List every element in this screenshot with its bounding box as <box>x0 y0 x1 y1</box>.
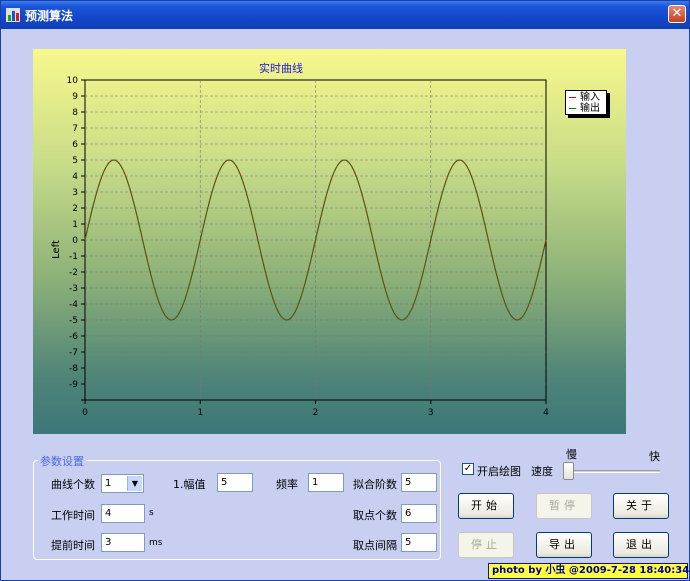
line-chart: 109876543210-1-2-3-4-5-6-7-8-90 1 2 3 4 <box>67 76 550 418</box>
enable-plot-checkbox[interactable]: ✓ <box>462 463 474 475</box>
fit-order-label: 拟合阶数 <box>353 478 397 491</box>
y-tick-label: 6 <box>72 140 78 150</box>
advance-time-label: 提前时间 <box>51 539 95 552</box>
y-tick-label: -3 <box>69 284 78 294</box>
y-tick-label: -4 <box>69 300 78 310</box>
work-time-label: 工作时间 <box>51 509 95 522</box>
sample-count-input[interactable]: 6 <box>401 504 437 523</box>
enable-plot-label: 开启绘图 <box>477 465 521 478</box>
start-button[interactable]: 开始 <box>458 493 514 519</box>
x-tick-label: 2 <box>313 408 319 418</box>
work-time-input[interactable]: 4 <box>101 504 145 523</box>
y-tick-label: 10 <box>67 76 79 86</box>
y-tick-label: 0 <box>72 236 78 246</box>
export-button[interactable]: 导出 <box>536 532 592 558</box>
y-tick-label: 1 <box>72 220 78 230</box>
amplitude-label: 1.幅值 <box>173 478 206 491</box>
chevron-down-icon[interactable]: ▼ <box>127 476 142 491</box>
checkmark-icon: ✓ <box>463 463 473 474</box>
sample-count-label: 取点个数 <box>353 509 397 522</box>
legend-label-input: 输入 <box>580 92 600 103</box>
y-tick-label: -5 <box>69 316 78 326</box>
frequency-input[interactable]: 1 <box>308 473 344 492</box>
pause-button[interactable]: 暂停 <box>536 493 592 519</box>
y-tick-label: -6 <box>69 332 78 342</box>
y-tick-label: 8 <box>72 108 78 118</box>
y-tick-label: -2 <box>69 268 78 278</box>
y-tick-label: 4 <box>72 172 78 182</box>
photo-watermark: photo by 小虫 @2009-7-28 18:40:34 <box>488 563 689 579</box>
x-tick-label: 0 <box>82 408 88 418</box>
y-tick-label: -8 <box>69 364 78 374</box>
exit-button[interactable]: 退出 <box>613 532 669 558</box>
speed-slider-thumb[interactable] <box>563 462 574 480</box>
title-bar[interactable]: 预测算法 ✕ <box>1 1 689 29</box>
x-tick-label: 1 <box>197 408 203 418</box>
main-window: 预测算法 ✕ 实时曲线 Left 10 9 8 7 6 5 4 3 2 1 0 -1 -2 -3 -4 -5-… <box>0 0 690 581</box>
frequency-label: 频率 <box>276 478 298 491</box>
sample-interval-label: 取点间隔 <box>353 539 397 552</box>
y-tick-label: -7 <box>69 348 78 358</box>
amplitude-input[interactable]: 5 <box>217 473 253 492</box>
x-tick-label: 4 <box>543 408 549 418</box>
speed-slider-track[interactable] <box>567 470 660 473</box>
close-button[interactable]: ✕ <box>668 5 686 23</box>
advance-time-unit: ms <box>149 538 163 548</box>
x-tick-label: 3 <box>428 408 434 418</box>
params-group-title: 参数设置 <box>38 453 86 469</box>
legend-swatch-input <box>569 96 576 98</box>
stop-button[interactable]: 停止 <box>458 532 514 558</box>
speed-label: 速度 <box>531 465 553 478</box>
y-tick-label: 5 <box>72 156 78 166</box>
fast-label: 快 <box>649 450 660 463</box>
about-button[interactable]: 关于 <box>613 493 669 519</box>
y-tick-label: 7 <box>72 124 78 134</box>
legend-item-input: 输入 <box>569 92 600 103</box>
chart-panel: 实时曲线 Left 10 9 8 7 6 5 4 3 2 1 0 -1 -2 -3 -4 -5 -6 -7 -8 -9… <box>33 49 626 434</box>
curve-count-select[interactable]: 1 ▼ <box>101 474 144 493</box>
chart-legend: 输入 输出 <box>565 90 607 115</box>
curve-count-value: 1 <box>105 478 112 489</box>
work-time-unit: s <box>149 508 154 518</box>
y-tick-label: -9 <box>69 380 78 390</box>
advance-time-input[interactable]: 3 <box>101 533 145 552</box>
legend-label-output: 输出 <box>580 103 600 114</box>
y-tick-label: 2 <box>72 204 78 214</box>
fit-order-input[interactable]: 5 <box>401 473 437 492</box>
y-tick-label: -1 <box>69 252 78 262</box>
slow-label: 慢 <box>566 448 577 461</box>
app-icon <box>6 8 20 22</box>
y-tick-label: 9 <box>72 92 78 102</box>
curve-count-label: 曲线个数 <box>51 478 95 491</box>
sample-interval-input[interactable]: 5 <box>401 533 437 552</box>
window-title: 预测算法 <box>25 9 74 23</box>
legend-swatch-output <box>569 107 576 109</box>
y-tick-label: 3 <box>72 188 78 198</box>
legend-item-output: 输出 <box>569 103 600 114</box>
